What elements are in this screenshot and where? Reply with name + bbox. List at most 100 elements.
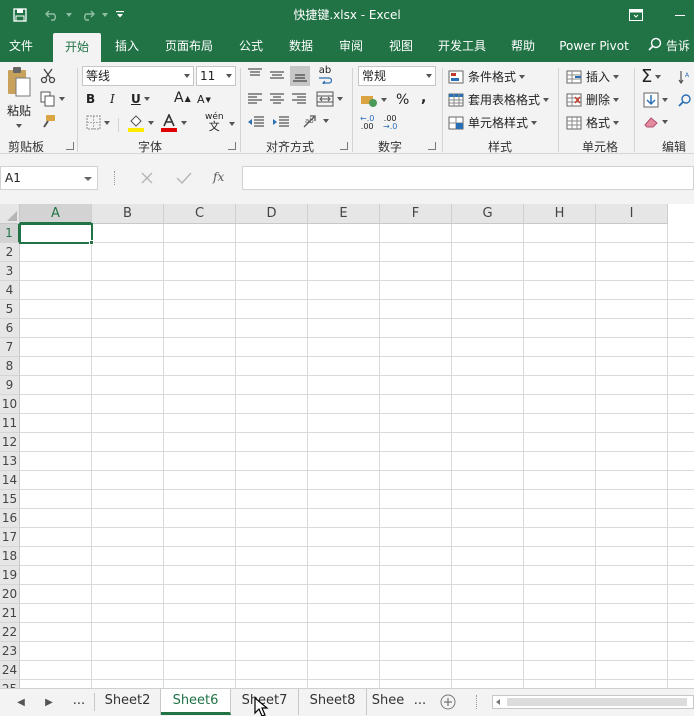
tab-page-layout[interactable]: 页面布局 <box>158 30 220 62</box>
row-header[interactable]: 6 <box>0 319 20 338</box>
bold-button[interactable]: B <box>86 92 95 106</box>
orientation-button[interactable]: ab <box>302 113 329 129</box>
row-header[interactable]: 17 <box>0 528 20 547</box>
comma-button[interactable]: , <box>421 90 426 106</box>
row-header[interactable]: 9 <box>0 376 20 395</box>
cancel-entry-icon[interactable] <box>140 171 154 188</box>
row-header[interactable]: 11 <box>0 414 20 433</box>
wrap-text-button[interactable]: ab <box>318 66 332 84</box>
scroll-left-icon[interactable] <box>496 699 500 705</box>
alignment-launcher-icon[interactable] <box>340 142 348 150</box>
number-format-combo[interactable]: 常规 <box>358 66 436 86</box>
row-header[interactable]: 22 <box>0 623 20 642</box>
copy-button[interactable] <box>40 91 65 107</box>
fill-button[interactable] <box>643 92 668 108</box>
ribbon-display-options-icon[interactable] <box>626 5 646 25</box>
formula-input[interactable] <box>242 166 694 190</box>
italic-button[interactable]: I <box>110 92 115 106</box>
borders-button[interactable] <box>86 115 110 130</box>
row-header[interactable]: 18 <box>0 547 20 566</box>
tab-developer[interactable]: 开发工具 <box>430 30 494 62</box>
tab-review[interactable]: 审阅 <box>330 30 372 62</box>
column-header[interactable]: A <box>20 204 92 224</box>
tab-data[interactable]: 数据 <box>280 30 322 62</box>
select-all-button[interactable] <box>0 204 20 224</box>
conditional-formatting-button[interactable]: 条件格式 <box>448 68 526 85</box>
align-right-button[interactable] <box>291 92 307 106</box>
accounting-format-button[interactable] <box>360 92 387 108</box>
increase-indent-button[interactable] <box>272 115 290 129</box>
confirm-entry-icon[interactable] <box>176 171 192 188</box>
row-header[interactable]: 5 <box>0 300 20 319</box>
column-header[interactable]: F <box>380 204 452 224</box>
row-header[interactable]: 16 <box>0 509 20 528</box>
align-left-button[interactable] <box>247 92 263 106</box>
tab-insert[interactable]: 插入 <box>106 30 148 62</box>
font-name-combo[interactable]: 等线 <box>82 66 194 86</box>
delete-cells-button[interactable]: 删除 <box>566 91 620 108</box>
column-header[interactable]: G <box>452 204 524 224</box>
percent-button[interactable]: % <box>396 92 409 108</box>
find-select-button[interactable] <box>678 93 692 107</box>
underline-button[interactable]: U <box>131 92 150 106</box>
row-header[interactable]: 7 <box>0 338 20 357</box>
cell-area[interactable] <box>20 224 694 688</box>
cell-styles-button[interactable]: 单元格样式 <box>448 114 538 131</box>
row-header[interactable]: 21 <box>0 604 20 623</box>
tab-formulas[interactable]: 公式 <box>230 30 272 62</box>
decrease-decimal-button[interactable]: .00 →.0 <box>383 115 397 131</box>
minimize-icon[interactable] <box>670 5 690 25</box>
sheet-tab-sheet2[interactable]: Sheet2 <box>95 689 161 715</box>
fill-color-button[interactable] <box>127 114 154 132</box>
row-header[interactable]: 1 <box>0 224 20 243</box>
row-header[interactable]: 4 <box>0 281 20 300</box>
format-painter-button[interactable] <box>40 114 56 130</box>
sheet-tab-partial[interactable]: Shee <box>367 689 409 715</box>
row-header[interactable]: 2 <box>0 243 20 262</box>
row-header[interactable]: 19 <box>0 566 20 585</box>
sheet-tab-sheet6[interactable]: Sheet6 <box>161 689 231 715</box>
row-header[interactable]: 24 <box>0 661 20 680</box>
column-header[interactable]: D <box>236 204 308 224</box>
new-sheet-icon[interactable] <box>440 694 456 713</box>
shrink-font-button[interactable]: A ▼ <box>197 93 211 106</box>
formula-bar-grip[interactable] <box>114 171 116 185</box>
phonetic-button[interactable]: wén 文 <box>205 112 224 132</box>
sheet-tabs-left-ellipsis[interactable]: ... <box>64 689 94 715</box>
tab-file[interactable]: 文件 <box>0 30 42 62</box>
column-header[interactable]: B <box>92 204 164 224</box>
prev-sheet-icon[interactable]: ◀ <box>14 695 28 709</box>
horizontal-scrollbar[interactable] <box>492 695 694 709</box>
row-header[interactable]: 15 <box>0 490 20 509</box>
name-box[interactable]: A1 <box>0 166 98 190</box>
tab-view[interactable]: 视图 <box>380 30 422 62</box>
increase-decimal-button[interactable]: ←.0 .00 <box>360 115 374 131</box>
sheet-tabs-right-ellipsis[interactable]: ... <box>409 689 431 715</box>
sheet-tab-sheet8[interactable]: Sheet8 <box>299 689 367 715</box>
row-header[interactable]: 8 <box>0 357 20 376</box>
active-cell[interactable] <box>19 223 93 244</box>
cut-button[interactable] <box>40 68 56 84</box>
clipboard-launcher-icon[interactable] <box>66 142 74 150</box>
row-header[interactable]: 23 <box>0 642 20 661</box>
insert-function-button[interactable]: fx <box>213 170 224 184</box>
row-header[interactable]: 14 <box>0 471 20 490</box>
fill-handle[interactable] <box>89 240 94 245</box>
top-align-button[interactable] <box>247 68 263 82</box>
row-header[interactable]: 3 <box>0 262 20 281</box>
row-header[interactable]: 20 <box>0 585 20 604</box>
align-center-button[interactable] <box>269 92 285 106</box>
column-header[interactable]: H <box>524 204 596 224</box>
tab-help[interactable]: 帮助 <box>502 30 544 62</box>
format-as-table-button[interactable]: 套用表格格式 <box>448 91 550 108</box>
tab-home[interactable]: 开始 <box>53 33 101 62</box>
decrease-indent-button[interactable] <box>247 115 265 129</box>
row-header[interactable]: 13 <box>0 452 20 471</box>
phonetic-dropdown-icon[interactable] <box>229 122 235 126</box>
middle-align-button[interactable] <box>269 68 285 82</box>
merge-center-button[interactable] <box>316 91 343 107</box>
insert-cells-button[interactable]: 插入 <box>566 68 620 85</box>
format-cells-button[interactable]: 格式 <box>566 114 620 131</box>
font-launcher-icon[interactable] <box>228 142 236 150</box>
scrollbar-thumb[interactable] <box>507 698 687 706</box>
